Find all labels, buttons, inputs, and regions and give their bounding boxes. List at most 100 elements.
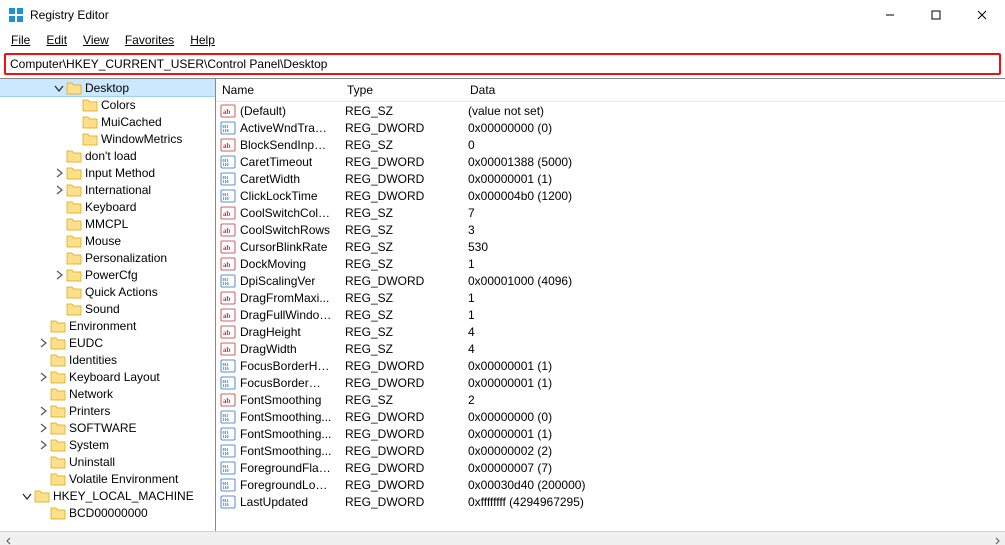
value-row[interactable]: CaretWidthREG_DWORD0x00000001 (1) xyxy=(216,170,1005,187)
tree-item[interactable]: don't load xyxy=(0,147,215,164)
main-split: DesktopColorsMuiCached WindowMetricsdon't… xyxy=(0,78,1005,531)
folder-icon xyxy=(82,114,98,130)
value-data: 0x00001000 (4096) xyxy=(462,274,1005,288)
tree-item[interactable]: Uninstall xyxy=(0,453,215,470)
horizontal-scrollbar[interactable] xyxy=(0,531,1005,545)
tree-item[interactable]: Mouse xyxy=(0,232,215,249)
string-value-icon xyxy=(220,324,236,340)
binary-value-icon xyxy=(220,154,236,170)
tree-item[interactable]: Colors xyxy=(0,96,215,113)
value-type: REG_SZ xyxy=(339,206,462,220)
value-row[interactable]: DragFromMaxi...REG_SZ1 xyxy=(216,289,1005,306)
value-row[interactable]: LastUpdatedREG_DWORD0xffffffff (42949672… xyxy=(216,493,1005,510)
folder-icon xyxy=(66,216,82,232)
value-row[interactable]: DpiScalingVerREG_DWORD0x00001000 (4096) xyxy=(216,272,1005,289)
tree-item[interactable]: Input Method xyxy=(0,164,215,181)
tree-expander-icon[interactable] xyxy=(52,269,66,281)
path-input[interactable]: Computer\HKEY_CURRENT_USER\Control Panel… xyxy=(4,53,1001,75)
value-row[interactable]: ForegroundFlas...REG_DWORD0x00000007 (7) xyxy=(216,459,1005,476)
scroll-left-icon[interactable] xyxy=(0,532,17,545)
tree-item[interactable]: Network xyxy=(0,385,215,402)
binary-value-icon xyxy=(220,494,236,510)
tree-item-label: Desktop xyxy=(85,81,129,95)
maximize-button[interactable] xyxy=(913,0,959,30)
value-row[interactable]: FontSmoothing...REG_DWORD0x00000001 (1) xyxy=(216,425,1005,442)
tree-item-label: Mouse xyxy=(85,234,121,248)
tree-item[interactable]: SOFTWARE xyxy=(0,419,215,436)
value-data: 2 xyxy=(462,393,1005,407)
tree-expander-icon[interactable] xyxy=(36,405,50,417)
tree-item[interactable]: Identities xyxy=(0,351,215,368)
tree-item[interactable]: PowerCfg xyxy=(0,266,215,283)
value-row[interactable]: CoolSwitchColu...REG_SZ7 xyxy=(216,204,1005,221)
menu-favorites[interactable]: Favorites xyxy=(118,32,181,48)
value-row[interactable]: FocusBorderWid...REG_DWORD0x00000001 (1) xyxy=(216,374,1005,391)
tree-item[interactable]: Desktop xyxy=(0,79,215,96)
value-row[interactable]: ClickLockTimeREG_DWORD0x000004b0 (1200) xyxy=(216,187,1005,204)
header-type[interactable]: Type xyxy=(341,83,464,97)
tree-expander-icon[interactable] xyxy=(52,83,66,93)
value-type: REG_SZ xyxy=(339,308,462,322)
value-row[interactable]: FocusBorderHei...REG_DWORD0x00000001 (1) xyxy=(216,357,1005,374)
header-data[interactable]: Data xyxy=(464,83,1005,97)
value-name: CoolSwitchRows xyxy=(240,223,330,237)
menu-help[interactable]: Help xyxy=(183,32,222,48)
value-row[interactable]: FontSmoothingREG_SZ2 xyxy=(216,391,1005,408)
menu-edit[interactable]: Edit xyxy=(39,32,74,48)
tree-expander-icon[interactable] xyxy=(36,371,50,383)
value-type: REG_SZ xyxy=(339,393,462,407)
value-type: REG_DWORD xyxy=(339,172,462,186)
tree-item[interactable]: Volatile Environment xyxy=(0,470,215,487)
string-value-icon xyxy=(220,239,236,255)
tree-item[interactable]: Keyboard Layout xyxy=(0,368,215,385)
value-row[interactable]: DragWidthREG_SZ4 xyxy=(216,340,1005,357)
value-data: 0x00000007 (7) xyxy=(462,461,1005,475)
value-row[interactable]: ActiveWndTrack...REG_DWORD0x00000000 (0) xyxy=(216,119,1005,136)
tree-item[interactable]: Keyboard xyxy=(0,198,215,215)
tree-expander-icon[interactable] xyxy=(36,337,50,349)
menu-view[interactable]: View xyxy=(76,32,116,48)
tree-item[interactable]: HKEY_LOCAL_MACHINE xyxy=(0,487,215,504)
value-name: CaretWidth xyxy=(240,172,300,186)
tree-item-label: Keyboard xyxy=(85,200,136,214)
value-row[interactable]: DragFullWindowsREG_SZ1 xyxy=(216,306,1005,323)
tree-item[interactable]: Printers xyxy=(0,402,215,419)
tree-item[interactable]: WindowMetrics xyxy=(0,130,215,147)
value-row[interactable]: CursorBlinkRateREG_SZ530 xyxy=(216,238,1005,255)
value-row[interactable]: BlockSendInput...REG_SZ0 xyxy=(216,136,1005,153)
minimize-button[interactable] xyxy=(867,0,913,30)
folder-icon xyxy=(50,352,66,368)
close-button[interactable] xyxy=(959,0,1005,30)
values-pane[interactable]: Name Type Data (Default)REG_SZ(value not… xyxy=(216,79,1005,531)
menu-file[interactable]: File xyxy=(4,32,37,48)
tree-item[interactable]: Quick Actions xyxy=(0,283,215,300)
folder-icon xyxy=(50,471,66,487)
tree-item[interactable]: International xyxy=(0,181,215,198)
value-row[interactable]: DockMovingREG_SZ1 xyxy=(216,255,1005,272)
tree-item[interactable]: MMCPL xyxy=(0,215,215,232)
value-row[interactable]: CoolSwitchRowsREG_SZ3 xyxy=(216,221,1005,238)
scroll-right-icon[interactable] xyxy=(988,532,1005,545)
tree-item[interactable]: BCD00000000 xyxy=(0,504,215,521)
tree-item-label: WindowMetrics xyxy=(101,132,182,146)
value-row[interactable]: ForegroundLock...REG_DWORD0x00030d40 (20… xyxy=(216,476,1005,493)
tree-expander-icon[interactable] xyxy=(36,422,50,434)
tree-expander-icon[interactable] xyxy=(52,184,66,196)
tree-expander-icon[interactable] xyxy=(20,491,34,501)
value-row[interactable]: DragHeightREG_SZ4 xyxy=(216,323,1005,340)
value-row[interactable]: FontSmoothing...REG_DWORD0x00000002 (2) xyxy=(216,442,1005,459)
tree-item[interactable]: Sound xyxy=(0,300,215,317)
tree-item[interactable]: System xyxy=(0,436,215,453)
value-row[interactable]: CaretTimeoutREG_DWORD0x00001388 (5000) xyxy=(216,153,1005,170)
tree-expander-icon[interactable] xyxy=(52,167,66,179)
tree-item[interactable]: Personalization xyxy=(0,249,215,266)
folder-icon xyxy=(66,250,82,266)
value-row[interactable]: (Default)REG_SZ(value not set) xyxy=(216,102,1005,119)
tree-item[interactable]: Environment xyxy=(0,317,215,334)
tree-item[interactable]: EUDC xyxy=(0,334,215,351)
tree-item[interactable]: MuiCached xyxy=(0,113,215,130)
tree-pane[interactable]: DesktopColorsMuiCached WindowMetricsdon't… xyxy=(0,79,216,531)
value-row[interactable]: FontSmoothing...REG_DWORD0x00000000 (0) xyxy=(216,408,1005,425)
tree-expander-icon[interactable] xyxy=(36,439,50,451)
header-name[interactable]: Name xyxy=(216,83,341,97)
